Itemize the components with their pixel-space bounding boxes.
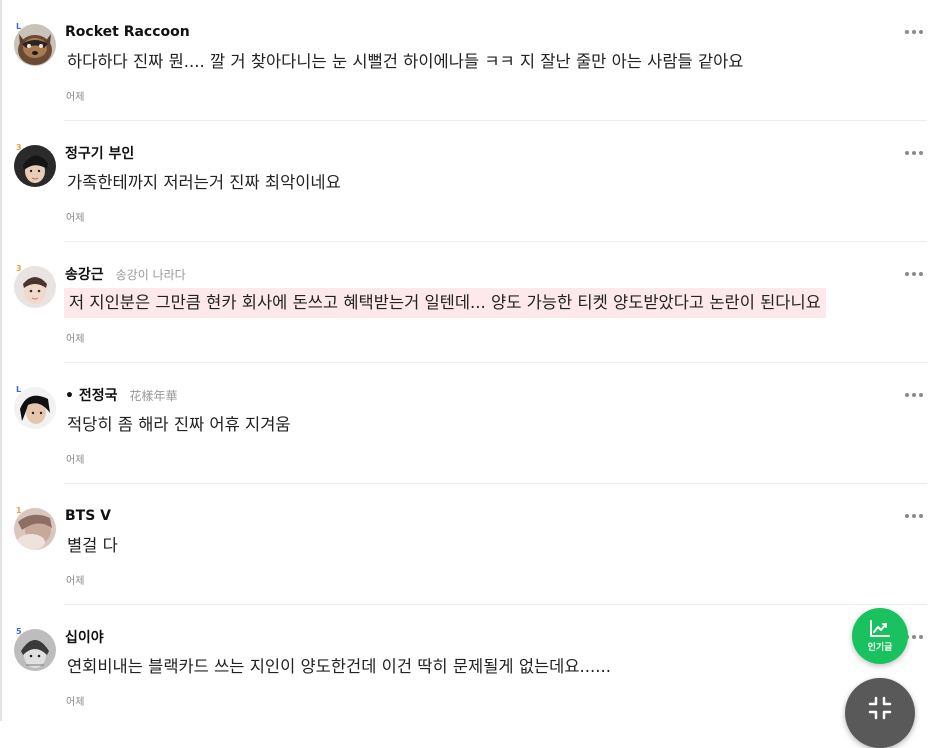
user-nickname-tag: 花樣年華 <box>129 388 178 403</box>
comment-text: 연회비내는 블랙카드 쓰는 지인이 양도한건데 이건 딱히 문제될게 없는데요.… <box>67 657 612 676</box>
comment-item: 1 BTS V 별걸 다 어제 <box>0 484 929 605</box>
more-options-button[interactable] <box>903 506 925 526</box>
comment-list: L Rocket Raccoon 하다하다 진짜 뭔.... 깔 거 찾아다니는… <box>0 0 929 721</box>
comment-timestamp: 어제 <box>66 576 85 587</box>
user-level-badge: 1 <box>16 506 22 515</box>
more-dots-icon <box>919 393 923 397</box>
comment-text: 하다하다 진짜 뭔.... 깔 거 찾아다니는 눈 시뻘건 하이에나들 ㅋㅋ 지… <box>67 52 744 71</box>
more-dots-icon <box>919 635 923 639</box>
username[interactable]: • 전정국 <box>65 385 117 405</box>
more-dots-icon <box>905 272 909 276</box>
username[interactable]: 십이야 <box>65 627 104 647</box>
more-dots-icon <box>905 514 909 518</box>
more-options-button[interactable] <box>903 143 925 163</box>
more-dots-icon <box>919 151 923 155</box>
comment-item: 3 송강근 송강이 나라다 저 지인분은 그만큼 현카 회사에 돈쓰고 혜택받는… <box>0 242 929 363</box>
comment-timestamp: 어제 <box>66 334 85 345</box>
more-dots-icon <box>912 30 916 34</box>
comment-timestamp: 어제 <box>66 92 85 103</box>
popular-posts-button[interactable]: 인기글 <box>852 608 908 664</box>
more-dots-icon <box>919 514 923 518</box>
more-options-button[interactable] <box>903 385 925 405</box>
more-dots-icon <box>912 393 916 397</box>
more-dots-icon <box>912 272 916 276</box>
comment-text: 별걸 다 <box>67 536 118 555</box>
username[interactable]: 송강근 <box>65 264 104 284</box>
comment-item: L • 전정국 花樣年華 적당히 좀 해라 진짜 어휴 지겨움 어제 <box>0 363 929 484</box>
more-options-button[interactable] <box>903 264 925 284</box>
username[interactable]: 정구기 부인 <box>65 143 134 163</box>
comment-header: Rocket Raccoon <box>65 22 190 42</box>
more-dots-icon <box>919 272 923 276</box>
comment-text: 적당히 좀 해라 진짜 어휴 지겨움 <box>67 415 291 434</box>
comment-item: L Rocket Raccoon 하다하다 진짜 뭔.... 깔 거 찾아다니는… <box>0 0 929 121</box>
user-level-badge: 3 <box>16 143 22 152</box>
more-dots-icon <box>905 151 909 155</box>
more-dots-icon <box>905 30 909 34</box>
comment-header: 정구기 부인 <box>65 143 134 163</box>
comment-timestamp: 어제 <box>66 697 85 708</box>
comment-header: 십이야 <box>65 627 104 647</box>
username[interactable]: Rocket Raccoon <box>65 24 190 40</box>
comment-item: 5 십이야 연회비내는 블랙카드 쓰는 지인이 양도한건데 이건 딱히 문제될게… <box>0 605 929 726</box>
user-level-badge: L <box>16 385 22 394</box>
popular-posts-label: 인기글 <box>867 642 893 653</box>
comment-header: BTS V <box>65 506 111 526</box>
trending-chart-icon <box>870 619 890 637</box>
more-dots-icon <box>919 30 923 34</box>
more-dots-icon <box>912 151 916 155</box>
comment-header: • 전정국 花樣年華 <box>65 385 177 405</box>
comment-text-highlighted: 저 지인분은 그만큼 현카 회사에 돈쓰고 혜택받는거 일텐데... 양도 가능… <box>64 288 826 318</box>
collapse-button[interactable] <box>845 678 915 748</box>
user-nickname-tag: 송강이 나라다 <box>115 267 186 282</box>
user-level-badge: L <box>16 22 22 31</box>
collapse-arrows-icon <box>868 696 892 720</box>
username[interactable]: BTS V <box>65 508 111 524</box>
more-dots-icon <box>912 514 916 518</box>
more-dots-icon <box>905 393 909 397</box>
comment-timestamp: 어제 <box>66 213 85 224</box>
more-options-button[interactable] <box>903 22 925 42</box>
more-dots-icon <box>912 635 916 639</box>
user-level-badge: 3 <box>16 264 22 273</box>
comment-timestamp: 어제 <box>66 455 85 466</box>
user-level-badge: 5 <box>16 627 22 636</box>
comment-text: 가족한테까지 저러는거 진짜 최악이네요 <box>67 173 341 192</box>
comment-header: 송강근 송강이 나라다 <box>65 264 186 284</box>
comment-item: 3 정구기 부인 가족한테까지 저러는거 진짜 최악이네요 어제 <box>0 121 929 242</box>
